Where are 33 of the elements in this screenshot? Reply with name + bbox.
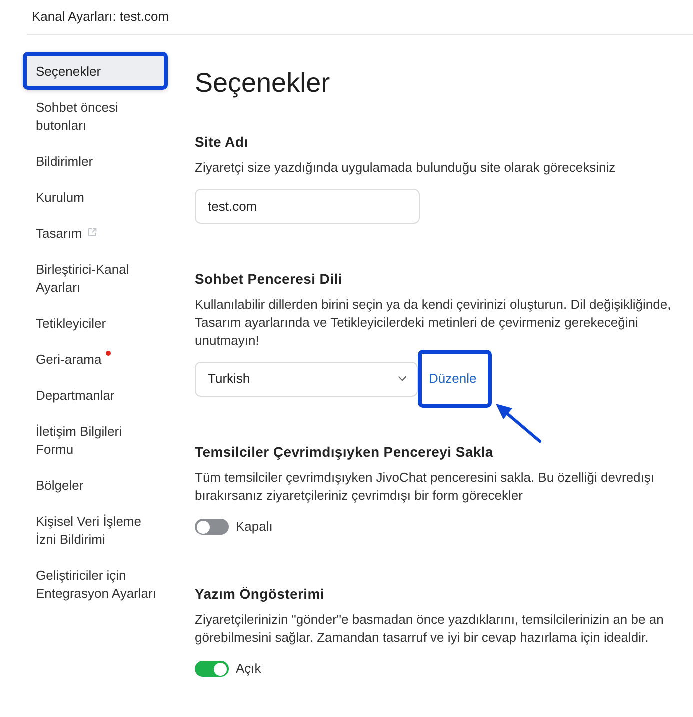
sidebar-item[interactable]: Bildirimler: [23, 144, 168, 180]
external-link-icon: [88, 228, 98, 237]
section-title: Temsilciler Çevrimdışıyken Pencereyi Sakla: [195, 443, 494, 462]
site-name-field[interactable]: test.com: [195, 189, 420, 224]
section-title: Sohbet Penceresi Dili: [195, 270, 344, 289]
section-description: Kullanılabilir dillerden birini seçin ya da kendi çevirinizi oluşturun. Dil değişikliğinde, Tasarım ayarlarında ve Tetikleyicilerdeki metinleri de çevirmeniz gerekeceğini unutmayın!: [195, 296, 672, 350]
sidebar-item[interactable]: Geliştiriciler için Entegrasyon Ayarları: [23, 558, 168, 612]
sidebar-item[interactable]: Tasarım: [23, 216, 168, 252]
toggle-label: Açık: [236, 660, 262, 678]
sidebar-item[interactable]: Birleştirici-Kanal Ayarları: [23, 252, 168, 306]
section-title: Yazım Öngösterimi: [195, 585, 326, 604]
sidebar-item[interactable]: İletişim Bilgileri Formu: [23, 414, 168, 468]
chevron-down-icon: [398, 376, 407, 382]
sidebar-item[interactable]: Kişisel Veri İşleme İzni Bildirimi: [23, 504, 168, 558]
toggle-switch[interactable]: [195, 519, 229, 535]
language-select[interactable]: Turkish: [195, 362, 418, 396]
page-heading: Seçenekler: [195, 67, 332, 100]
sidebar-item[interactable]: Tetikleyiciler: [23, 306, 168, 342]
sidebar-item[interactable]: Departmanlar: [23, 378, 168, 414]
sidebar-item[interactable]: Sohbet öncesi butonları: [23, 90, 168, 144]
section-title: Site Adı: [195, 133, 250, 152]
page-title: Kanal Ayarları: test.com: [32, 8, 170, 26]
sidebar-item[interactable]: Kurulum: [23, 180, 168, 216]
sidebar-item[interactable]: Bölgeler: [23, 468, 168, 504]
edit-link[interactable]: Düzenle: [418, 350, 492, 408]
toggle-switch[interactable]: [195, 661, 229, 677]
sidebar-item[interactable]: Seçenekler: [23, 52, 168, 90]
section-description: Tüm temsilciler çevrimdışıyken JivoChat penceresini sakla. Bu özelliği devredışı bırakırsanız ziyaretçileriniz çevrimdışı bir form görecekler: [195, 469, 656, 505]
section-description: Ziyaretçilerinizin "gönder"e basmadan önce yazdıklarını, temsilcilerinizin an be an görebilmesini sağlar. Zamandan tasarruf ve iyi bir cevap hazırlama için idealdir.: [195, 611, 665, 647]
section-description: Ziyaretçi size yazdığında uygulamada bulunduğu site olarak göreceksiniz: [195, 159, 617, 177]
notification-dot-icon: [106, 351, 111, 356]
toggle-label: Kapalı: [236, 518, 273, 536]
sidebar-item[interactable]: Geri-arama: [23, 342, 168, 378]
